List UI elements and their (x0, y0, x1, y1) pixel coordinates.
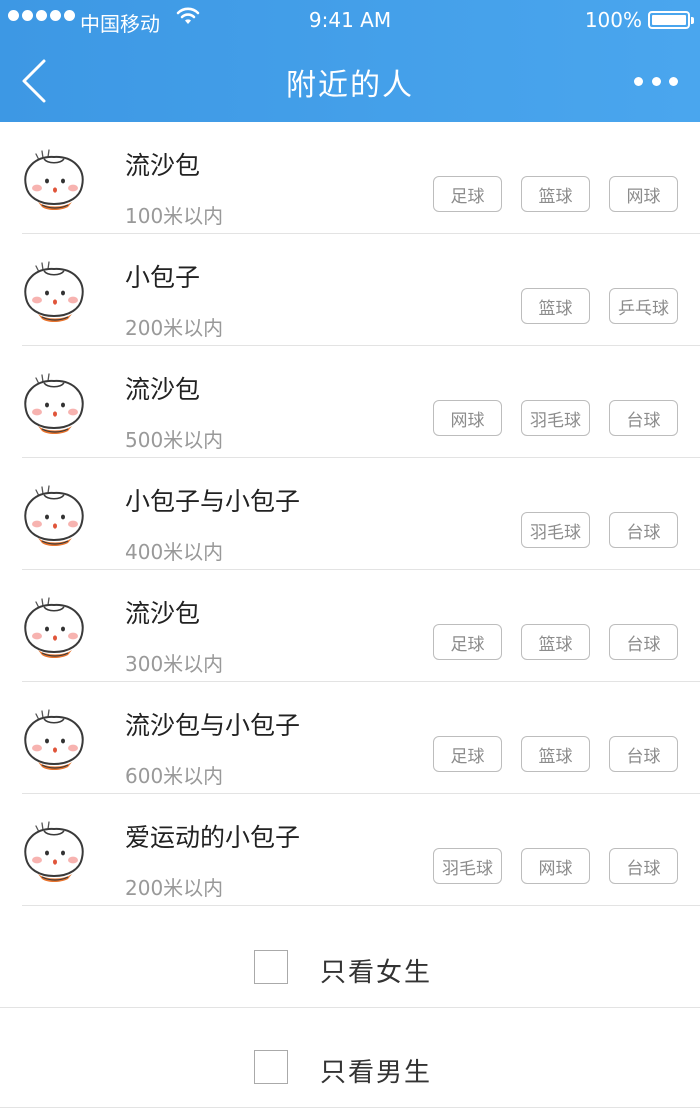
interest-tag[interactable]: 乒乓球 (609, 288, 678, 324)
avatar (18, 142, 90, 214)
person-name: 小包子 (125, 263, 201, 292)
person-row[interactable]: 小包子 200米以内 篮球 乒乓球 (0, 234, 700, 346)
interest-tag[interactable]: 网球 (609, 176, 678, 212)
interest-tag[interactable]: 台球 (609, 624, 678, 660)
person-name: 流沙包与小包子 (125, 711, 301, 740)
interest-tag[interactable]: 网球 (433, 400, 502, 436)
interest-tag[interactable]: 篮球 (521, 288, 590, 324)
person-row[interactable]: 流沙包 100米以内 足球 篮球 网球 (0, 122, 700, 234)
interest-tag[interactable]: 篮球 (521, 736, 590, 772)
interest-tag[interactable]: 羽毛球 (433, 848, 502, 884)
interest-tag[interactable]: 足球 (433, 624, 502, 660)
page-title: 附近的人 (286, 68, 414, 103)
person-distance: 500米以内 (125, 428, 224, 452)
interest-tags: 篮球 乒乓球 (521, 288, 678, 324)
person-distance: 400米以内 (125, 540, 224, 564)
avatar (18, 254, 90, 326)
person-name: 流沙包 (125, 599, 201, 628)
avatar (18, 366, 90, 438)
person-distance: 600米以内 (125, 764, 224, 788)
person-distance: 300米以内 (125, 652, 224, 676)
filter-list: 只看女生 只看男生 (0, 908, 700, 1108)
person-row[interactable]: 流沙包 500米以内 网球 羽毛球 台球 (0, 346, 700, 458)
person-row[interactable]: 小包子与小包子 400米以内 羽毛球 台球 (0, 458, 700, 570)
interest-tags: 足球 篮球 网球 (433, 176, 678, 212)
person-name: 小包子与小包子 (125, 487, 301, 516)
person-name: 爱运动的小包子 (125, 823, 301, 852)
interest-tags: 羽毛球 网球 台球 (433, 848, 678, 884)
row-divider (22, 905, 700, 906)
avatar (18, 590, 90, 662)
person-name: 流沙包 (125, 151, 201, 180)
more-dot (669, 76, 678, 86)
interest-tag[interactable]: 羽毛球 (521, 512, 590, 548)
person-row[interactable]: 流沙包 300米以内 足球 篮球 台球 (0, 570, 700, 682)
more-button[interactable] (634, 66, 678, 96)
more-dot (651, 76, 661, 86)
battery-icon (648, 11, 694, 29)
status-bar: 中国移动 9:41 AM 100% (0, 0, 700, 40)
interest-tag[interactable]: 台球 (609, 512, 678, 548)
interest-tag[interactable]: 足球 (433, 736, 502, 772)
app-header: 中国移动 9:41 AM 100% 附近的人 (0, 0, 700, 122)
people-list: 流沙包 100米以内 足球 篮球 网球 小包子 200米以内 篮球 乒乓球 流沙包 500米以内… (0, 122, 700, 906)
avatar (18, 478, 90, 550)
interest-tag[interactable]: 台球 (609, 400, 678, 436)
filter-checkbox[interactable] (254, 950, 288, 984)
person-distance: 200米以内 (125, 316, 224, 340)
battery-indicator: 100% (584, 8, 694, 32)
interest-tags: 网球 羽毛球 台球 (433, 400, 678, 436)
interest-tag[interactable]: 篮球 (521, 176, 590, 212)
person-name: 流沙包 (125, 375, 201, 404)
interest-tag[interactable]: 足球 (433, 176, 502, 212)
filter-label: 只看女生 (320, 958, 433, 988)
filter-checkbox[interactable] (254, 1050, 288, 1084)
nav-bar: 附近的人 (0, 40, 700, 122)
filter-option[interactable]: 只看男生 (0, 1008, 700, 1108)
interest-tag[interactable]: 篮球 (521, 624, 590, 660)
interest-tags: 羽毛球 台球 (521, 512, 678, 548)
interest-tag[interactable]: 网球 (521, 848, 590, 884)
interest-tags: 足球 篮球 台球 (433, 736, 678, 772)
battery-percent: 100% (584, 8, 642, 32)
avatar (18, 702, 90, 774)
filter-label: 只看男生 (320, 1058, 433, 1088)
avatar (18, 814, 90, 886)
more-dot (634, 76, 643, 86)
person-row[interactable]: 流沙包与小包子 600米以内 足球 篮球 台球 (0, 682, 700, 794)
interest-tags: 足球 篮球 台球 (433, 624, 678, 660)
person-distance: 200米以内 (125, 876, 224, 900)
interest-tag[interactable]: 台球 (609, 848, 678, 884)
filter-option[interactable]: 只看女生 (0, 908, 700, 1008)
person-distance: 100米以内 (125, 204, 224, 228)
person-row[interactable]: 爱运动的小包子 200米以内 羽毛球 网球 台球 (0, 794, 700, 906)
interest-tag[interactable]: 台球 (609, 736, 678, 772)
interest-tag[interactable]: 羽毛球 (521, 400, 590, 436)
